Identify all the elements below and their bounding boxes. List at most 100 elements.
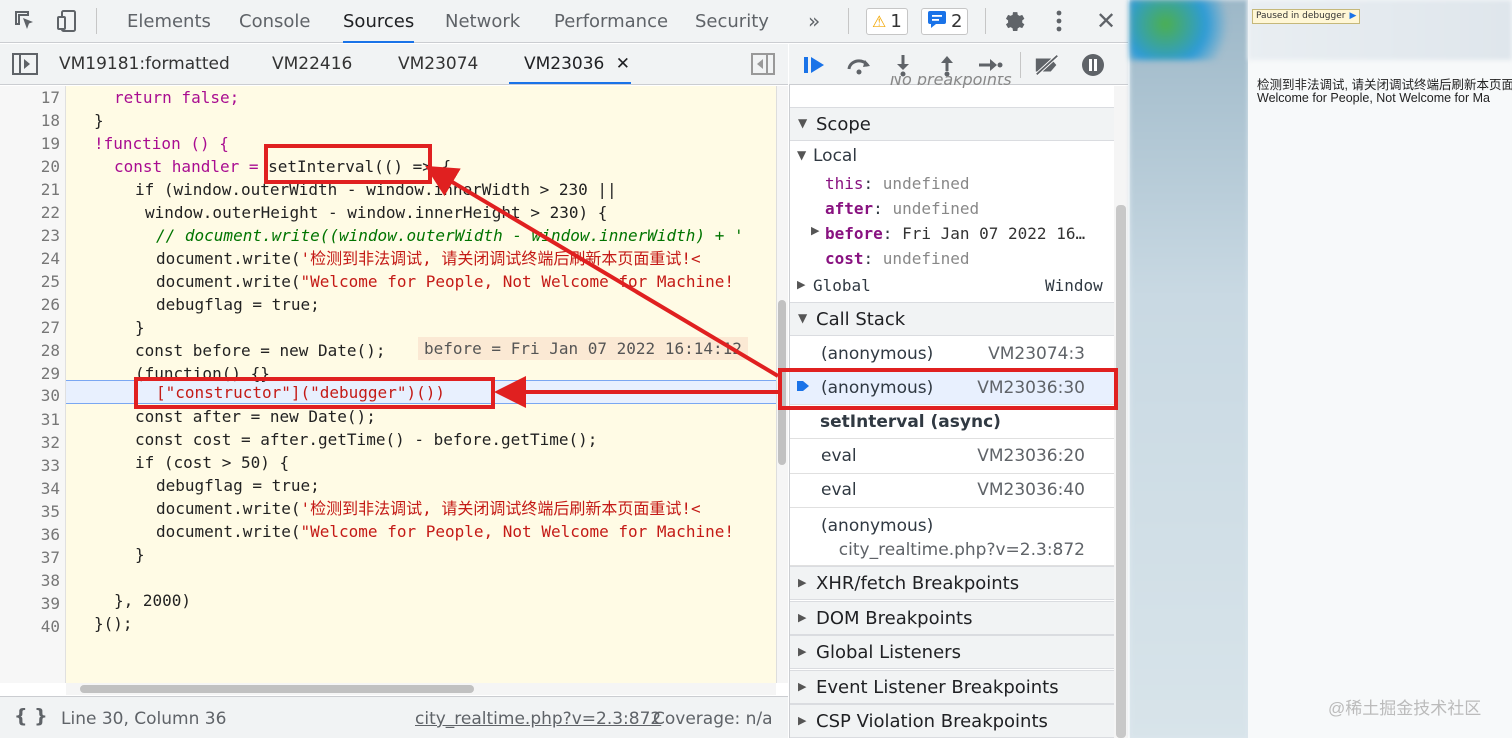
code-line-27: } [135, 318, 145, 337]
csp-violation-breakpoints-header[interactable]: CSP Violation Breakpoints [790, 704, 1114, 738]
line-number[interactable]: 37 [0, 546, 60, 569]
line-number[interactable]: 28 [0, 339, 60, 362]
blurred-page-sidebar [1130, 0, 1248, 738]
step-over-icon[interactable] [845, 52, 873, 78]
more-options-icon[interactable] [1044, 6, 1074, 36]
local-scope-header[interactable]: Local [813, 144, 857, 169]
file-tab-vm23036[interactable]: VM23036 ✕ [509, 44, 631, 84]
call-frame-name: (anonymous) [821, 344, 934, 364]
deactivate-breakpoints-icon[interactable] [1033, 52, 1061, 78]
code-line-35-call: document.write( [156, 499, 301, 518]
scope-var-before[interactable]: before: Fri Jan 07 2022 16… [825, 221, 1085, 246]
code-line-17-text: return false; [114, 88, 240, 107]
code-line-22: window.outerHeight - window.innerHeight … [145, 203, 608, 222]
line-number[interactable]: 25 [0, 270, 60, 293]
call-frame-row[interactable]: (anonymous) city_realtime.php?v=2.3:872 [790, 508, 1114, 566]
more-tabs-button[interactable]: » [808, 0, 820, 43]
call-frame-row[interactable]: eval VM23036:20 [790, 440, 1114, 474]
line-number[interactable]: 40 [0, 615, 60, 638]
tab-performance[interactable]: Performance [554, 0, 668, 43]
line-number[interactable]: 24 [0, 247, 60, 270]
file-tab-vm23074[interactable]: VM23074 [398, 44, 478, 84]
resume-button-icon[interactable] [801, 52, 829, 78]
line-number[interactable]: 23 [0, 224, 60, 247]
line-number[interactable]: 36 [0, 523, 60, 546]
line-number[interactable]: 20 [0, 155, 60, 178]
call-frame-name: (anonymous) [821, 516, 934, 536]
line-number[interactable]: 34 [0, 477, 60, 500]
code-line-25-string: "Welcome for People, Not Welcome for Mac… [300, 272, 734, 291]
call-frame-row[interactable]: eval VM23036:40 [790, 474, 1114, 508]
blurred-logo [1130, 0, 1248, 60]
xhr-breakpoints-header[interactable]: XHR/fetch Breakpoints [790, 566, 1114, 600]
tab-network[interactable]: Network [445, 0, 520, 43]
close-tab-icon[interactable]: ✕ [616, 54, 630, 74]
global-scope-header[interactable]: Global [813, 273, 871, 298]
collapsed-icon: ▶ [798, 680, 807, 693]
file-tab-vm22416[interactable]: VM22416 [272, 44, 352, 84]
line-number[interactable]: 33 [0, 454, 60, 477]
code-line-25-call: document.write( [156, 272, 301, 291]
scope-var-after: after: undefined [825, 199, 980, 218]
global-expand-icon[interactable]: ▶ [797, 278, 805, 291]
toolbar-divider [1020, 52, 1021, 78]
tab-console[interactable]: Console [239, 0, 310, 43]
inspect-element-icon[interactable] [10, 6, 40, 36]
close-devtools-icon[interactable]: ✕ [1091, 6, 1121, 36]
tab-elements[interactable]: Elements [127, 0, 211, 43]
messages-badge[interactable]: 2 [921, 8, 969, 35]
coverage-status: Coverage: n/a [653, 709, 773, 729]
async-separator-label: setInterval (async) [820, 412, 1009, 432]
step-icon[interactable] [976, 52, 1004, 78]
line-number[interactable]: 22 [0, 201, 60, 224]
before-expand-icon[interactable]: ▶ [811, 224, 819, 237]
no-breakpoints-text: No breakpoints [890, 76, 1012, 88]
scope-expanded-icon: ▼ [798, 116, 808, 130]
event-listener-breakpoints-header[interactable]: Event Listener Breakpoints [790, 670, 1114, 704]
collapsed-icon: ▶ [798, 576, 807, 589]
scope-var-after-value: undefined [892, 199, 980, 218]
step-out-icon[interactable] [933, 52, 961, 78]
toggle-debugger-icon[interactable] [751, 53, 775, 80]
editor-horizontal-scroll-thumb[interactable] [80, 685, 474, 693]
global-scope-value: Window [1045, 276, 1103, 295]
toggle-navigator-icon[interactable] [12, 53, 38, 80]
line-number[interactable]: 17 [0, 86, 60, 109]
call-frame-row[interactable]: (anonymous) VM23074:3 [790, 337, 1114, 371]
settings-gear-icon[interactable] [998, 6, 1028, 36]
line-number[interactable]: 26 [0, 293, 60, 316]
line-number[interactable]: 18 [0, 109, 60, 132]
collapsed-icon: ▶ [798, 714, 807, 727]
scope-section-header[interactable]: Scope [790, 107, 1114, 141]
file-tab-vm19181[interactable]: VM19181:formatted [59, 44, 230, 84]
debugger-scroll-thumb[interactable] [1116, 205, 1126, 738]
line-number[interactable]: 19 [0, 132, 60, 155]
code-line-36-call: document.write( [156, 522, 301, 541]
tab-sources[interactable]: Sources [343, 0, 415, 43]
dom-breakpoints-header[interactable]: DOM Breakpoints [790, 601, 1114, 635]
warnings-badge[interactable]: ⚠ 1 [866, 8, 908, 35]
code-editor[interactable]: return false; } !function () { const han… [0, 86, 776, 683]
line-number[interactable]: 39 [0, 592, 60, 615]
line-number[interactable]: 21 [0, 178, 60, 201]
pretty-print-button[interactable]: { } [14, 705, 48, 727]
code-line-36-string: "Welcome for People, Not Welcome for Mac… [300, 522, 734, 541]
call-stack-section-header[interactable]: Call Stack [790, 302, 1114, 336]
pause-on-exceptions-icon[interactable] [1079, 52, 1107, 78]
code-line-35-string: '检测到非法调试, 请关闭调试终端后刷新本页面重试!< [300, 499, 701, 518]
line-number[interactable]: 32 [0, 431, 60, 454]
global-listeners-header[interactable]: Global Listeners [790, 635, 1114, 669]
step-into-icon[interactable] [889, 52, 917, 78]
inline-value-before: before = Fri Jan 07 2022 16:14:12 [418, 337, 748, 360]
annotation-box-current-frame [778, 368, 1118, 410]
line-number[interactable]: 27 [0, 316, 60, 339]
line-number[interactable]: 35 [0, 500, 60, 523]
overlay-resume-icon[interactable]: ▶ [1349, 10, 1356, 23]
line-number[interactable]: 30 [0, 384, 60, 407]
line-number[interactable]: 29 [0, 362, 60, 385]
line-number[interactable]: 38 [0, 569, 60, 592]
line-number[interactable]: 31 [0, 408, 60, 431]
source-link[interactable]: city_realtime.php?v=2.3:872 [415, 709, 661, 729]
tab-security[interactable]: Security [695, 0, 769, 43]
device-toolbar-icon[interactable] [52, 6, 82, 36]
